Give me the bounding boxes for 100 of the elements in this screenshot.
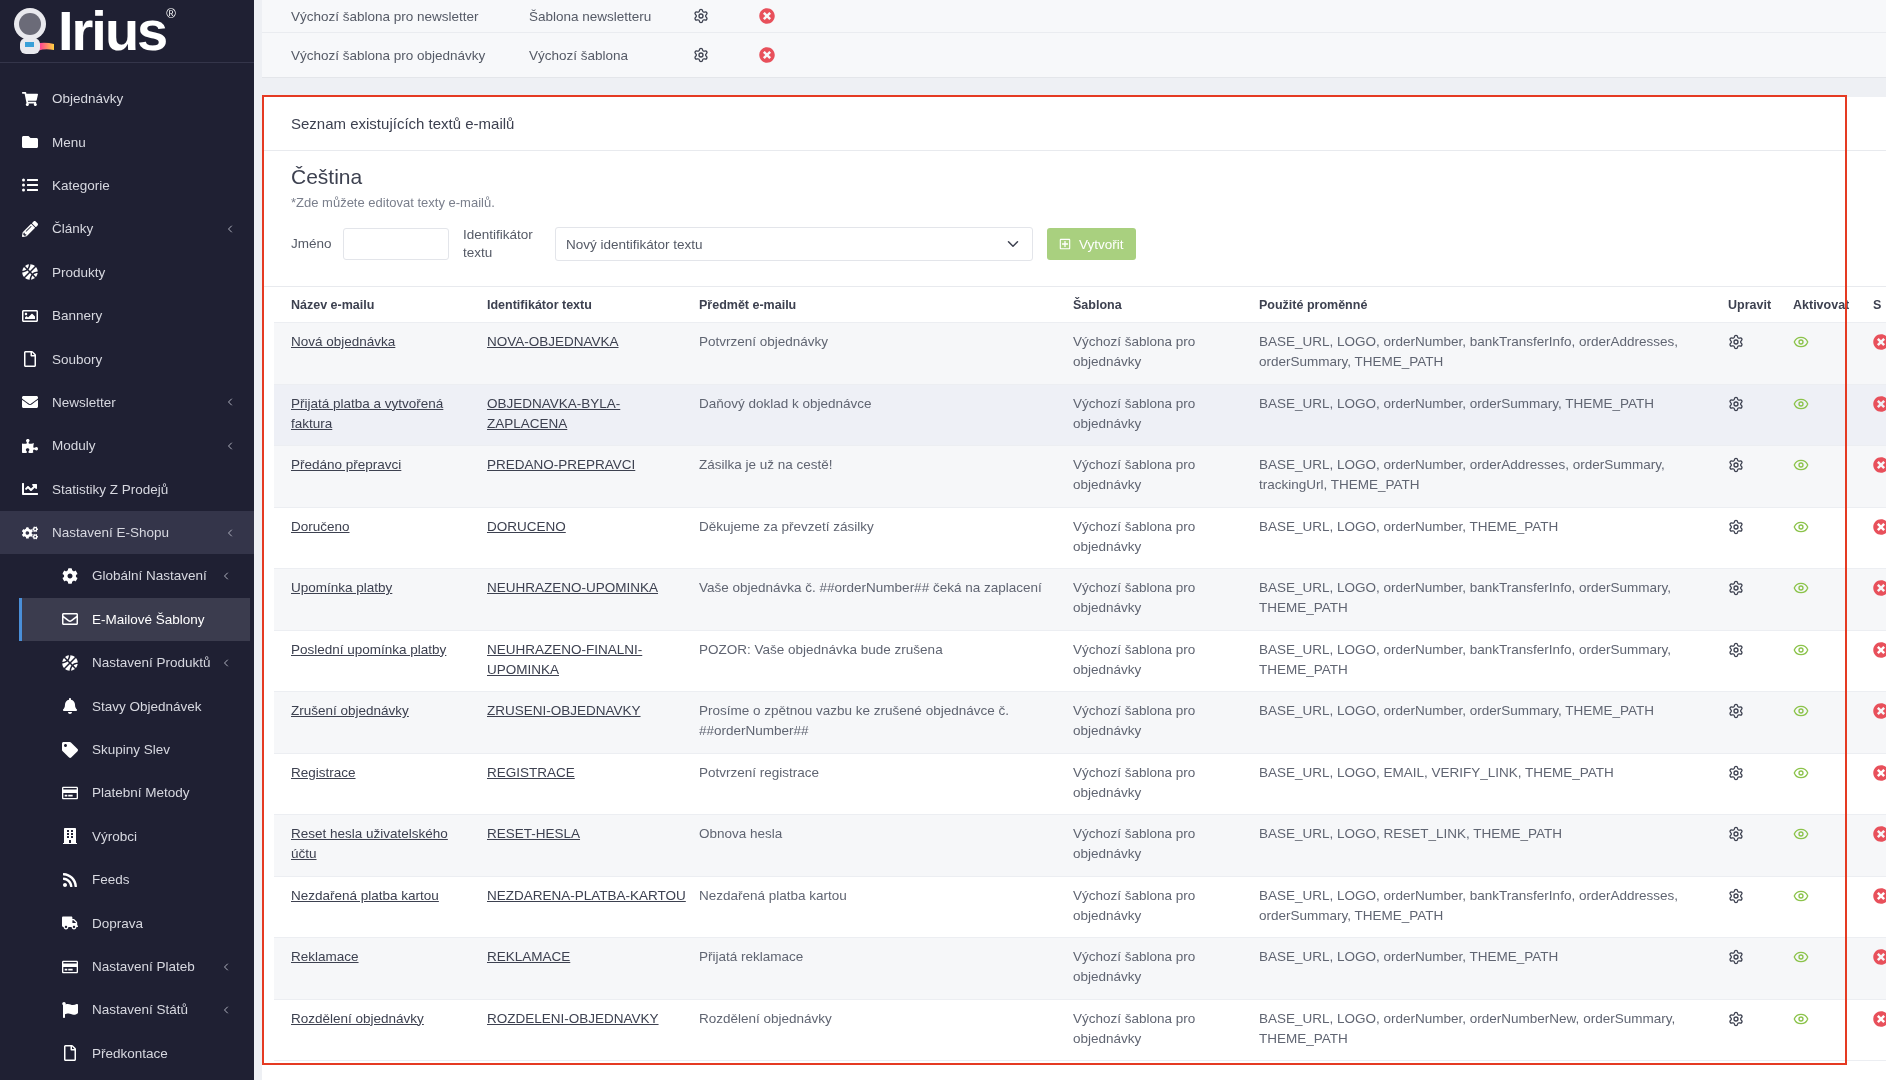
settings-icon[interactable]	[1728, 518, 1744, 535]
delete-icon[interactable]	[1873, 518, 1886, 535]
email-name-link[interactable]: Registrace	[291, 762, 487, 783]
sidebar-subitem[interactable]: Stavy Objednávek	[19, 684, 250, 728]
eye-icon[interactable]	[1793, 949, 1809, 965]
sidebar-item[interactable]: Bannery	[0, 293, 254, 338]
sidebar-item[interactable]: Moduly	[0, 424, 254, 468]
variables-cell-text: BASE_URL, LOGO, orderNumber, bankTransferInfo, orderAddresses, orderSummary, THEME_PATH	[1259, 333, 1679, 371]
sidebar-subitem[interactable]: Výrobci	[19, 814, 250, 859]
settings-icon[interactable]	[1728, 764, 1744, 781]
delete-icon[interactable]	[1873, 949, 1886, 965]
identifier-link[interactable]: NEZDARENA-PLATBA-KARTOU	[487, 885, 699, 906]
email-name-link[interactable]: Upomínka platby	[291, 578, 487, 598]
email-name-link[interactable]: Reklamace	[291, 947, 487, 967]
settings-icon[interactable]	[1728, 457, 1744, 473]
subject-cell-text: POZOR: Vaše objednávka bude zrušena	[699, 640, 944, 659]
email-name-link[interactable]: Předáno přepravci	[291, 455, 487, 475]
identifier-link[interactable]: NEUHRAZENO-UPOMINKA	[487, 578, 699, 598]
delete-icon[interactable]	[759, 47, 775, 63]
template-cell-text: Výchozí šablona pro objednávky	[1073, 579, 1197, 617]
sidebar-subitem[interactable]: Předkontace	[19, 1031, 250, 1075]
settings-icon[interactable]	[1728, 826, 1744, 842]
identifier-link[interactable]: RESET-HESLA	[487, 824, 699, 844]
sidebar-subitem[interactable]: Platební Metody	[19, 771, 250, 815]
card-title: Seznam existujících textů e-mailů	[291, 115, 515, 132]
settings-icon[interactable]	[1728, 1010, 1744, 1027]
sidebar-item[interactable]: Produkty	[0, 250, 254, 294]
email-name-link[interactable]: Nezdařená platba kartou	[291, 885, 487, 906]
delete-icon[interactable]	[1873, 887, 1886, 904]
identifier-link[interactable]: DORUCENO	[487, 516, 699, 537]
variables-cell-text: BASE_URL, LOGO, orderNumber, orderAddresses, orderSummary, trackingUrl, THEME_PATH	[1259, 456, 1666, 494]
eye-icon[interactable]	[1793, 334, 1809, 350]
email-name-link[interactable]: Doručeno	[291, 516, 487, 537]
template-cell-text: Výchozí šablona pro objednávky	[1073, 517, 1197, 556]
identifier-link[interactable]: NOVA-OBJEDNAVKA	[487, 332, 699, 352]
sidebar-item[interactable]: Články	[0, 207, 254, 251]
eye-icon[interactable]	[1793, 580, 1809, 596]
settings-icon[interactable]	[1728, 395, 1744, 412]
sidebar-item[interactable]: Soubory	[0, 337, 254, 381]
truck-icon	[62, 915, 78, 932]
sidebar-subitem[interactable]: E-Mailové Šablony	[19, 597, 250, 642]
sidebar-subitem[interactable]: Feeds	[19, 858, 250, 902]
identifier-link[interactable]: ZRUSENI-OBJEDNAVKY	[487, 701, 699, 721]
settings-icon[interactable]	[1728, 949, 1744, 965]
template-value: Šablona newsletteru	[529, 8, 653, 24]
identifier-link[interactable]: NEUHRAZENO-FINALNI-UPOMINKA	[487, 639, 699, 680]
identifier-link[interactable]: REKLAMACE	[487, 947, 699, 967]
sidebar-item[interactable]: Objednávky	[0, 77, 254, 121]
settings-icon[interactable]	[1728, 887, 1744, 904]
sidebar-subitem[interactable]: Globální Nastavení	[19, 554, 250, 598]
eye-icon[interactable]	[1793, 457, 1809, 473]
sidebar-subitem[interactable]: Nastavení Států	[19, 988, 250, 1032]
sidebar-subitem[interactable]: Nastavení Produktů	[19, 641, 250, 685]
column-header: Předmět e-mailu	[699, 297, 798, 312]
identifier-select[interactable]: Nový identifikátor textu	[555, 227, 1033, 261]
delete-icon[interactable]	[1873, 703, 1886, 719]
delete-icon[interactable]	[1873, 334, 1886, 350]
delete-icon[interactable]	[1873, 580, 1886, 596]
delete-icon[interactable]	[1873, 1010, 1886, 1027]
delete-icon[interactable]	[1873, 641, 1886, 658]
variables-cell-text: BASE_URL, LOGO, orderNumber, bankTransferInfo, orderSummary, THEME_PATH	[1259, 640, 1672, 679]
delete-icon[interactable]	[759, 8, 775, 24]
file-icon	[62, 1045, 78, 1062]
sidebar-subitem[interactable]: Doprava	[19, 901, 250, 945]
sidebar-item[interactable]: Menu	[0, 120, 254, 164]
flag-icon	[62, 1001, 78, 1018]
identifier-link[interactable]: ROZDELENI-OBJEDNAVKY	[487, 1008, 699, 1029]
settings-icon[interactable]	[693, 47, 709, 63]
delete-icon[interactable]	[1873, 826, 1886, 842]
delete-icon[interactable]	[1873, 764, 1886, 781]
name-field[interactable]	[343, 228, 449, 260]
email-name-link[interactable]: Reset hesla uživatelského účtu	[291, 824, 487, 864]
email-name-link[interactable]: Nová objednávka	[291, 332, 487, 352]
sidebar-item[interactable]: Kategorie	[0, 163, 254, 208]
delete-icon[interactable]	[1873, 395, 1886, 412]
email-name-link[interactable]: Rozdělení objednávky	[291, 1008, 487, 1029]
envelope-icon	[22, 394, 38, 411]
email-name-link[interactable]: Zrušení objednávky	[291, 701, 487, 721]
eye-icon[interactable]	[1793, 826, 1809, 842]
folder-icon	[22, 134, 38, 151]
settings-icon[interactable]	[1728, 641, 1744, 658]
settings-icon[interactable]	[1728, 703, 1744, 719]
delete-icon[interactable]	[1873, 457, 1886, 473]
sidebar-item[interactable]: Newsletter	[0, 380, 254, 425]
cart-icon	[22, 90, 38, 107]
settings-icon[interactable]	[1728, 334, 1744, 350]
subject-cell-text: Děkujeme za převzetí zásilky	[699, 517, 875, 536]
settings-icon[interactable]	[693, 8, 709, 24]
identifier-link[interactable]: PREDANO-PREPRAVCI	[487, 455, 699, 475]
email-name-link[interactable]: Poslední upomínka platby	[291, 639, 487, 660]
identifier-link[interactable]: OBJEDNAVKA-BYLA-ZAPLACENA	[487, 393, 699, 434]
eye-icon[interactable]	[1793, 703, 1809, 719]
sidebar-item[interactable]: Statistiky Z Prodejů	[0, 467, 254, 511]
sidebar-subitem[interactable]: Skupiny Slev	[19, 727, 250, 772]
sidebar-subitem[interactable]: Nastavení Plateb	[19, 944, 250, 989]
card-icon	[62, 958, 78, 975]
identifier-link[interactable]: REGISTRACE	[487, 762, 699, 783]
settings-icon[interactable]	[1728, 580, 1744, 596]
email-name-link[interactable]: Přijatá platba a vytvořená faktura	[291, 393, 487, 434]
sidebar-item[interactable]: Nastavení E-Shopu	[0, 510, 254, 555]
